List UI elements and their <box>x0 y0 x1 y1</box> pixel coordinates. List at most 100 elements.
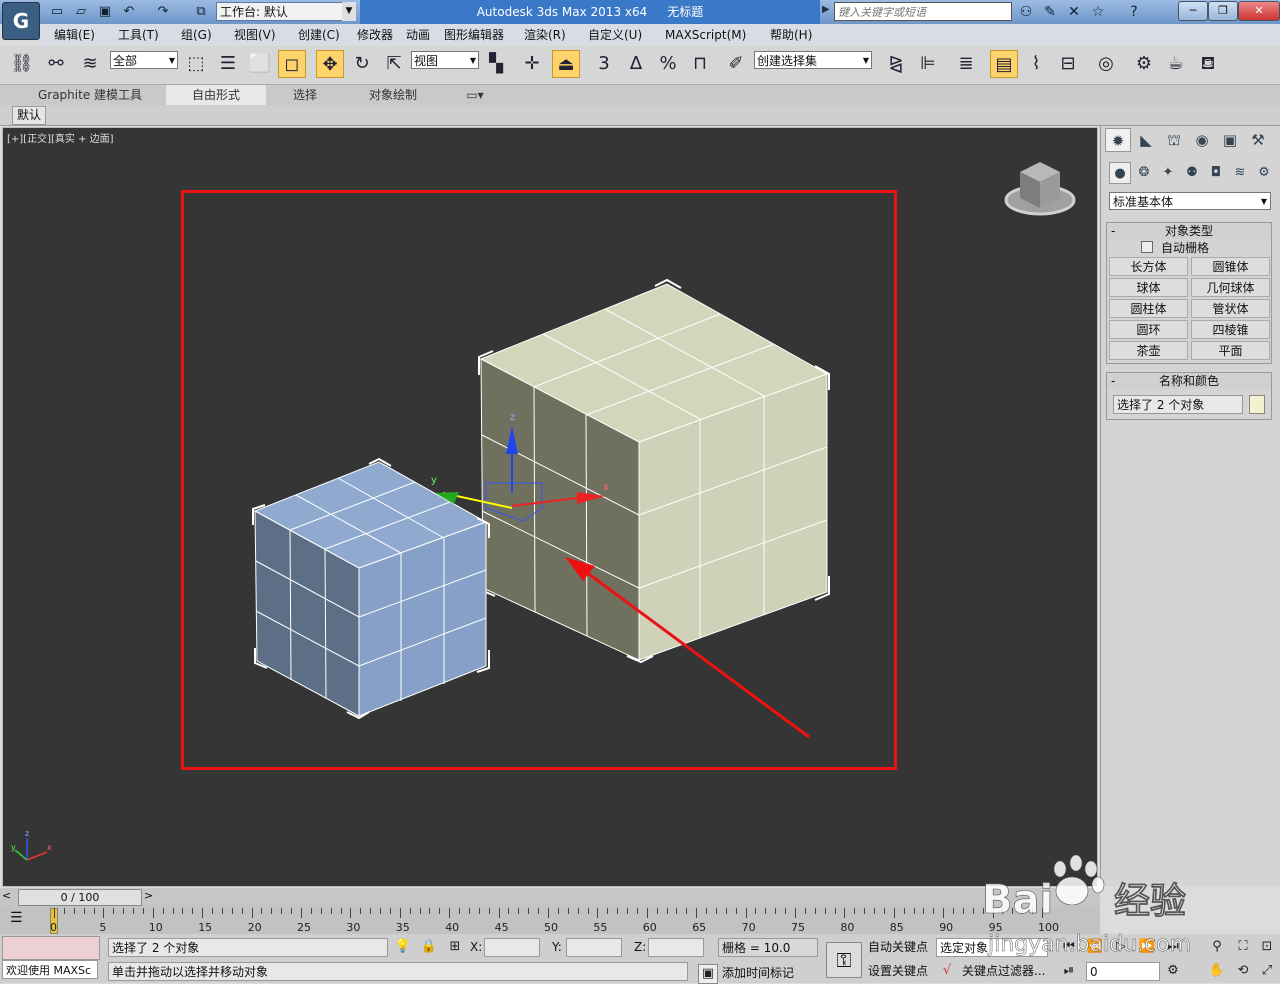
time-next-arrow[interactable]: > <box>144 889 153 902</box>
space-warps-icon[interactable]: ≋ <box>1229 162 1251 184</box>
torus-button[interactable]: 圆环 <box>1109 320 1188 339</box>
window-crossing-icon[interactable]: ◻ <box>278 50 306 78</box>
go-to-start-icon[interactable]: ⏮ <box>1060 938 1078 956</box>
geosphere-button[interactable]: 几何球体 <box>1191 278 1270 297</box>
binoculars-icon[interactable]: ⚇ <box>1016 3 1036 21</box>
material-editor-icon[interactable]: ◎ <box>1092 50 1120 78</box>
lights-icon[interactable]: ✦ <box>1157 162 1179 184</box>
display-panel-tab[interactable]: ▣ <box>1217 128 1243 152</box>
menu-views[interactable]: 视图(V) <box>234 24 276 46</box>
menu-edit[interactable]: 编辑(E) <box>54 24 95 46</box>
menu-create[interactable]: 创建(C) <box>298 24 340 46</box>
object-type-header[interactable]: 对象类型 <box>1107 223 1271 239</box>
select-and-move-icon[interactable]: ✥ <box>316 50 344 78</box>
undo-icon[interactable]: ↶ <box>120 3 138 21</box>
perspective-viewport[interactable]: [+][正交][真实 + 边面] z x y z x y <box>2 127 1098 887</box>
plane-button[interactable]: 平面 <box>1191 341 1270 360</box>
previous-frame-icon[interactable]: ⏪ <box>1086 938 1104 956</box>
link-icon[interactable]: ⛓ <box>8 50 36 78</box>
close-button[interactable]: ✕ <box>1238 1 1280 21</box>
key-filters-button[interactable]: 关键点过滤器... <box>962 962 1045 981</box>
modify-panel-tab[interactable]: ◣ <box>1133 128 1159 152</box>
key-icon[interactable]: ⚿ <box>826 942 862 978</box>
maxscript-mini-listener[interactable]: 欢迎使用 MAXSc <box>2 960 98 979</box>
app-logo-button[interactable]: G <box>2 2 40 40</box>
named-selection-dropdown[interactable]: 创建选择集 <box>754 51 872 70</box>
create-panel-tab[interactable]: ✹ <box>1105 128 1131 152</box>
minimize-button[interactable]: ─ <box>1178 1 1208 21</box>
chevron-right-icon[interactable]: ▶ <box>822 4 830 15</box>
search-input[interactable]: 键入关键字或短语 <box>834 2 1012 21</box>
layer-manager-icon[interactable]: ≣ <box>952 50 980 78</box>
tab-graphite-modeling[interactable]: Graphite 建模工具 <box>26 85 154 105</box>
geometry-category-dropdown[interactable]: 标准基本体 <box>1109 192 1271 211</box>
cone-button[interactable]: 圆锥体 <box>1191 257 1270 276</box>
teapot-button[interactable]: 茶壶 <box>1109 341 1188 360</box>
render-setup-icon[interactable]: ⚙ <box>1130 50 1158 78</box>
key-mode-dropdown[interactable]: 选定对象 <box>936 938 1048 957</box>
sphere-button[interactable]: 球体 <box>1109 278 1188 297</box>
time-config-icon[interactable]: ⚙ <box>1164 962 1182 980</box>
view-cube[interactable] <box>1004 162 1076 216</box>
unlink-icon[interactable]: ⚯ <box>42 50 70 78</box>
pyramid-button[interactable]: 四棱锥 <box>1191 320 1270 339</box>
y-coordinate-input[interactable] <box>566 938 622 957</box>
shapes-icon[interactable]: ❂ <box>1133 162 1155 184</box>
time-tag-icon[interactable]: ▣ <box>698 964 718 984</box>
rectangular-selection-icon[interactable]: ⬜ <box>246 50 274 78</box>
orbit-icon[interactable]: ⟲ <box>1234 962 1252 980</box>
geometry-icon[interactable]: ● <box>1109 162 1131 184</box>
helpers-icon[interactable]: ◘ <box>1205 162 1227 184</box>
select-and-scale-icon[interactable]: ⇱ <box>380 50 408 78</box>
render-frame-icon[interactable]: ☕ <box>1162 50 1190 78</box>
current-frame-input[interactable]: 0 <box>1086 962 1160 981</box>
cylinder-button[interactable]: 圆柱体 <box>1109 299 1188 318</box>
hierarchy-panel-tab[interactable]: ⛫ <box>1161 128 1187 152</box>
key-filter-icon[interactable]: √ <box>938 962 956 980</box>
maximize-button[interactable]: ❐ <box>1208 1 1238 21</box>
selection-filter-dropdown[interactable]: 全部 <box>110 51 178 70</box>
tube-button[interactable]: 管状体 <box>1191 299 1270 318</box>
menu-help[interactable]: 帮助(H) <box>770 24 812 46</box>
schematic-view-icon[interactable]: ⊟ <box>1054 50 1082 78</box>
ribbon-options-icon[interactable]: ▭▾ <box>462 85 488 105</box>
zoom-icon[interactable]: ⚲ <box>1208 938 1226 956</box>
menu-maxscript[interactable]: MAXScript(M) <box>665 24 746 46</box>
cameras-icon[interactable]: ⚉ <box>1181 162 1203 184</box>
save-file-icon[interactable]: ▣ <box>96 3 114 21</box>
manipulate-icon[interactable]: ✛ <box>518 50 546 78</box>
spinner-snap-icon[interactable]: ⊓ <box>686 50 714 78</box>
object-name-field[interactable]: 选择了 2 个对象 <box>1113 395 1243 414</box>
help-icon[interactable]: ? <box>1124 3 1144 21</box>
ribbon-default-tag[interactable]: 默认 <box>12 106 47 125</box>
absolute-mode-icon[interactable]: ⊞ <box>446 938 464 956</box>
percent-snap-icon[interactable]: % <box>654 50 682 78</box>
exchange-icon[interactable]: ✕ <box>1064 3 1084 21</box>
time-prev-arrow[interactable]: < <box>2 889 11 902</box>
redo-icon[interactable]: ↷ <box>154 3 172 21</box>
menu-animation[interactable]: 动画 <box>406 24 430 46</box>
isolate-icon[interactable]: 💡 <box>394 938 412 956</box>
chevron-down-icon[interactable]: ▼ <box>342 2 356 21</box>
object-color-swatch[interactable] <box>1249 395 1265 414</box>
zoom-extents-icon[interactable]: ⛶ <box>1234 938 1252 956</box>
box-button[interactable]: 长方体 <box>1109 257 1188 276</box>
open-file-icon[interactable]: ▱ <box>72 3 90 21</box>
communication-icon[interactable]: ✎ <box>1040 3 1060 21</box>
bind-space-warp-icon[interactable]: ≋ <box>76 50 104 78</box>
keyboard-shortcut-override-icon[interactable]: ⏏ <box>552 50 580 78</box>
menu-modifiers[interactable]: 修改器 <box>357 24 393 46</box>
go-to-end-icon[interactable]: ⏭ <box>1164 938 1182 956</box>
add-time-tag[interactable]: 添加时间标记 <box>722 964 794 983</box>
select-by-name-icon[interactable]: ☰ <box>214 50 242 78</box>
star-icon[interactable]: ☆ <box>1088 3 1108 21</box>
tab-selection[interactable]: 选择 <box>270 85 340 105</box>
lock-selection-icon[interactable]: 🔒 <box>420 938 438 956</box>
tab-object-paint[interactable]: 对象绘制 <box>350 85 436 105</box>
select-and-rotate-icon[interactable]: ↻ <box>348 50 376 78</box>
project-folder-icon[interactable]: ⧉ <box>192 3 210 21</box>
next-frame-icon[interactable]: ⏩ <box>1138 938 1156 956</box>
angle-snap-icon[interactable]: ∆ <box>622 50 650 78</box>
time-slider-track[interactable]: < 0 / 100 > <box>0 888 1100 906</box>
z-coordinate-input[interactable] <box>648 938 704 957</box>
